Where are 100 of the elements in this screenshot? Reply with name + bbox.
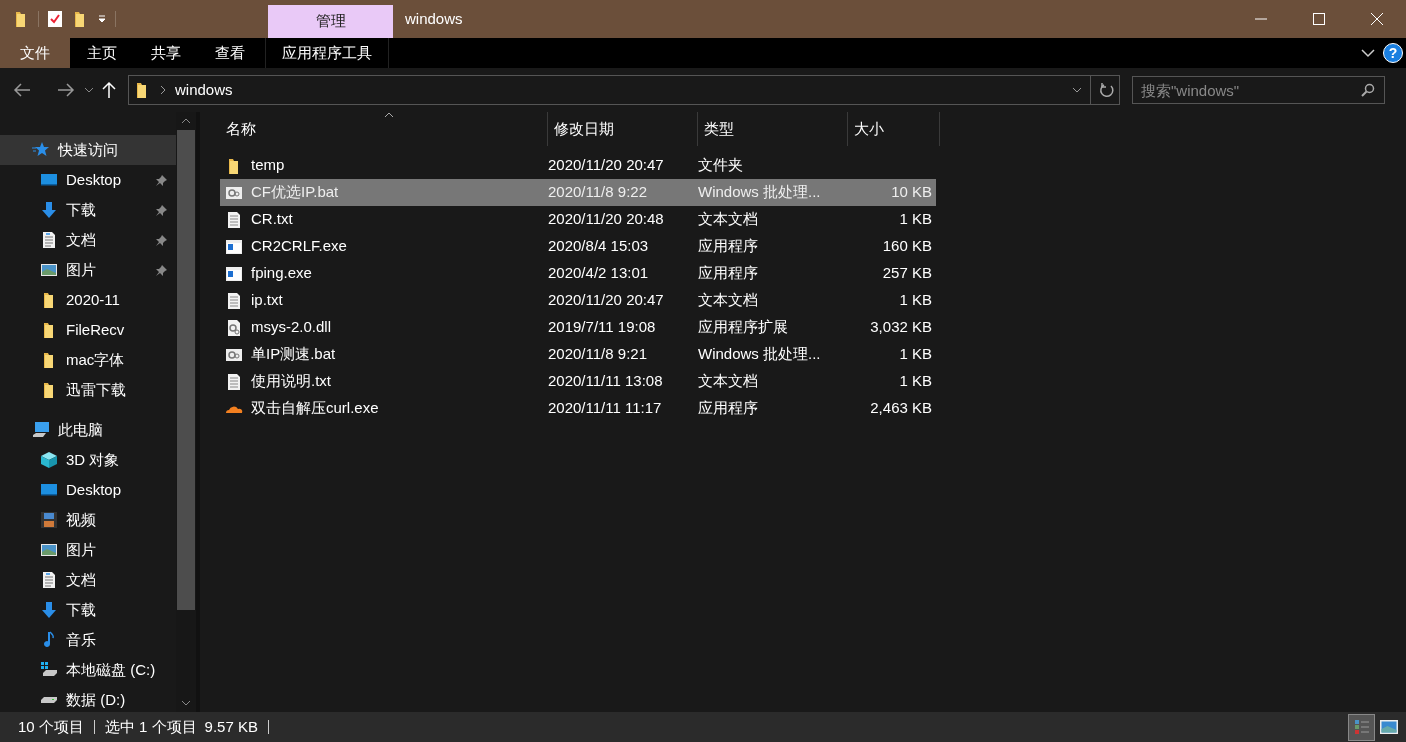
drive-icon xyxy=(40,661,58,679)
pin-icon[interactable] xyxy=(155,203,168,217)
type-cell-text: Windows 批处理... xyxy=(698,344,822,365)
column-header[interactable]: 修改日期 xyxy=(548,112,698,146)
chevron-down-icon[interactable] xyxy=(1361,48,1375,58)
nav-item[interactable]: Desktop xyxy=(0,475,176,505)
scroll-up-icon[interactable] xyxy=(181,117,191,125)
nav-item[interactable]: FileRecv xyxy=(0,315,176,345)
app-window-icon xyxy=(225,237,243,256)
column-header[interactable]: 名称 xyxy=(220,112,548,146)
pin-icon[interactable] xyxy=(155,233,168,247)
address-field[interactable]: windows xyxy=(128,75,1120,105)
status-text: 9.57 KB xyxy=(204,716,258,737)
file-name: fping.exe xyxy=(251,263,312,284)
date-cell-text: 2020/8/4 15:03 xyxy=(548,236,650,257)
ribbon-tab[interactable]: 查看 xyxy=(198,38,262,68)
file-row[interactable]: temp 2020/11/20 20:47 文件夹 xyxy=(220,152,936,179)
app-window-icon xyxy=(225,264,243,283)
nav-item[interactable]: 数据 (D:) xyxy=(0,685,176,712)
monitor-icon xyxy=(40,171,58,189)
file-row[interactable]: 双击自解压curl.exe 2020/11/11 11:17 应用程序 2,463 KB xyxy=(220,395,936,422)
dropdown-icon[interactable] xyxy=(97,14,107,24)
maximize-icon xyxy=(1313,13,1325,25)
file-row[interactable]: msys-2.0.dll 2019/7/11 19:08 应用程序扩展 3,032 KB xyxy=(220,314,936,341)
ribbon-tab[interactable]: 共享 xyxy=(134,38,198,68)
size-cell-text: 2,463 KB xyxy=(869,398,933,419)
column-header[interactable]: 大小 xyxy=(848,112,940,146)
refresh-icon[interactable] xyxy=(1099,82,1115,98)
file-name: temp xyxy=(251,155,285,176)
date-cell-text: 2020/4/2 13:01 xyxy=(548,263,650,284)
size-cell-text: 1 KB xyxy=(898,290,933,311)
pin-icon[interactable] xyxy=(155,173,168,187)
ribbon-tab[interactable]: 文件 xyxy=(0,38,70,68)
picture-icon xyxy=(40,541,58,559)
nav-item[interactable]: 文档 xyxy=(0,565,176,595)
ribbon-tab[interactable]: 应用程序工具 xyxy=(265,38,389,68)
cube-icon xyxy=(40,451,58,469)
close-icon xyxy=(1371,13,1383,25)
document-icon xyxy=(40,231,58,249)
chevron-down-icon[interactable] xyxy=(84,86,94,94)
type-cell-text: 应用程序扩展 xyxy=(698,317,789,338)
nav-item[interactable]: 视频 xyxy=(0,505,176,535)
file-row[interactable]: 单IP测速.bat 2020/11/8 9:21 Windows 批处理... 1 KB xyxy=(220,341,936,368)
search-field[interactable]: 搜索"windows" xyxy=(1132,76,1385,104)
type-cell-text: 应用程序 xyxy=(698,236,759,257)
file-row[interactable]: CR.txt 2020/11/20 20:48 文本文档 1 KB xyxy=(220,206,936,233)
nav-item[interactable]: mac字体 xyxy=(0,345,176,375)
date-cell-text: 2020/11/20 20:47 xyxy=(548,155,665,176)
file-name: 使用说明.txt xyxy=(251,371,331,392)
chevron-down-icon[interactable] xyxy=(1072,86,1082,94)
scroll-down-icon[interactable] xyxy=(181,699,191,707)
nav-item[interactable]: 迅雷下载 xyxy=(0,375,176,405)
picture-icon xyxy=(40,261,58,279)
nav-item[interactable]: 下载 xyxy=(0,195,176,225)
nav-item[interactable]: 下载 xyxy=(0,595,176,625)
window-title: windows xyxy=(405,8,463,29)
file-row[interactable]: ip.txt 2020/11/20 20:47 文本文档 1 KB xyxy=(220,287,936,314)
help-button[interactable]: ? xyxy=(1383,43,1403,63)
type-cell-text: Windows 批处理... xyxy=(698,182,822,203)
forward-arrow-icon[interactable] xyxy=(56,82,76,98)
type-cell-text: 文本文档 xyxy=(698,209,759,230)
file-row[interactable]: CF优选IP.bat 2020/11/8 9:22 Windows 批处理... 10 KB xyxy=(220,179,936,206)
document-icon xyxy=(40,571,58,589)
nav-item[interactable]: 2020-11 xyxy=(0,285,176,315)
computer-icon xyxy=(32,421,50,439)
column-header[interactable]: 类型 xyxy=(698,112,848,146)
context-tab-header: 管理 xyxy=(268,5,393,38)
ribbon-tab[interactable]: 主页 xyxy=(70,38,134,68)
status-text: 10 个项目 xyxy=(18,716,84,737)
drive-icon xyxy=(40,696,58,704)
file-row[interactable]: CR2CRLF.exe 2020/8/4 15:03 应用程序 160 KB xyxy=(220,233,936,260)
nav-item[interactable]: 图片 xyxy=(0,255,176,285)
type-cell-text: 文件夹 xyxy=(698,155,744,176)
details-view-button[interactable] xyxy=(1348,713,1375,741)
nav-item[interactable]: 快速访问 xyxy=(0,135,176,165)
back-arrow-icon[interactable] xyxy=(12,82,32,98)
nav-item[interactable]: 音乐 xyxy=(0,625,176,655)
nav-item[interactable]: 图片 xyxy=(0,535,176,565)
search-icon[interactable] xyxy=(1361,83,1375,97)
file-row[interactable]: 使用说明.txt 2020/11/11 13:08 文本文档 1 KB xyxy=(220,368,936,395)
up-arrow-icon[interactable] xyxy=(102,81,116,99)
type-cell-text: 文本文档 xyxy=(698,371,759,392)
nav-item[interactable]: 本地磁盘 (C:) xyxy=(0,655,176,685)
checklist-icon[interactable] xyxy=(47,10,63,28)
pin-icon[interactable] xyxy=(155,263,168,277)
download-arrow-icon xyxy=(40,601,58,619)
type-cell-text: 应用程序 xyxy=(698,398,759,419)
date-cell-text: 2020/11/11 11:17 xyxy=(548,398,663,419)
file-name: msys-2.0.dll xyxy=(251,317,332,338)
film-strip-icon xyxy=(40,511,58,529)
nav-item[interactable]: Desktop xyxy=(0,165,176,195)
text-file-icon xyxy=(225,291,243,310)
gears-file-icon xyxy=(225,318,243,337)
breadcrumb-item[interactable]: windows xyxy=(175,78,233,102)
nav-item[interactable]: 3D 对象 xyxy=(0,445,176,475)
nav-item[interactable]: 此电脑 xyxy=(0,415,176,445)
nav-item[interactable]: 文档 xyxy=(0,225,176,255)
file-row[interactable]: fping.exe 2020/4/2 13:01 应用程序 257 KB xyxy=(220,260,936,287)
text-file-icon xyxy=(225,210,243,229)
monitor-icon xyxy=(40,481,58,499)
